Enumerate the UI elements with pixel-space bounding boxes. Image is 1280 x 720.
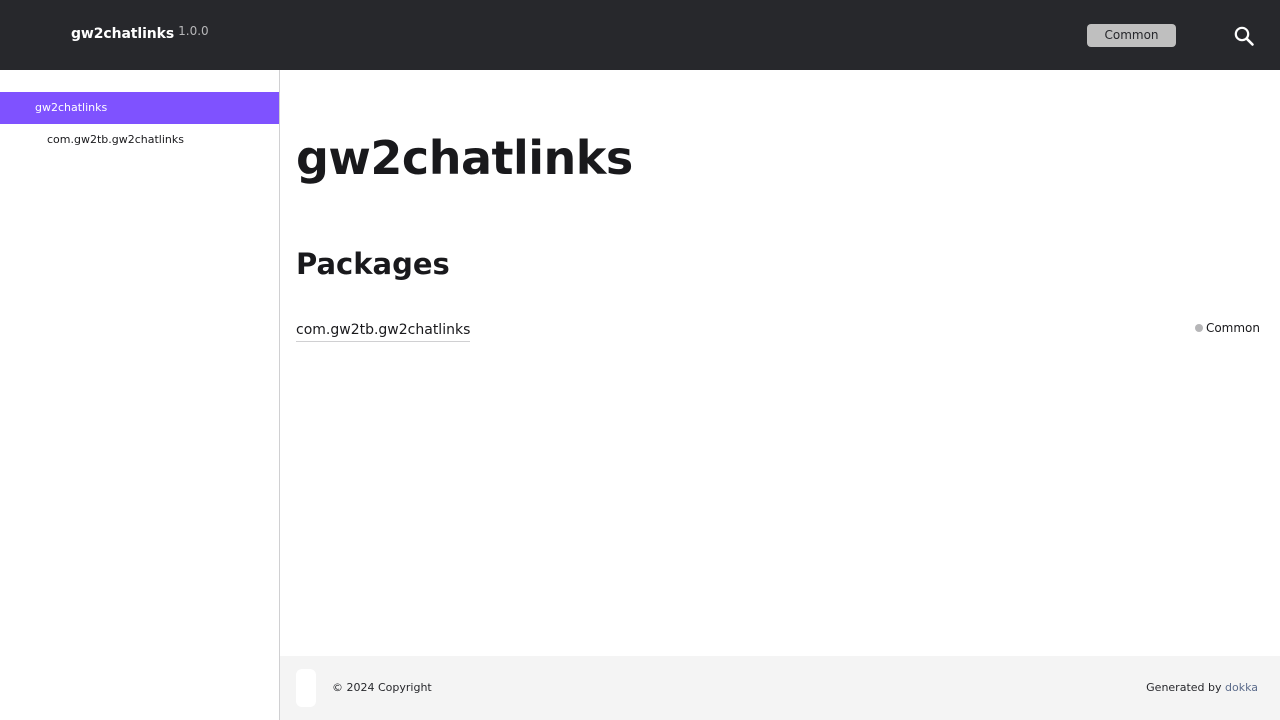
project-version: 1.0.0 — [178, 24, 209, 38]
page-title: gw2chatlinks — [296, 131, 633, 185]
copyright-text: © 2024 Copyright — [332, 681, 432, 694]
top-navigation-bar: gw2chatlinks 1.0.0 Common — [0, 0, 1280, 70]
platform-tag-label: Common — [1205, 321, 1260, 335]
generated-by: Generated by dokka — [1146, 679, 1258, 697]
sidebar-item-com-gw2tb-gw2chatlinks[interactable]: com.gw2tb.gw2chatlinks — [0, 124, 279, 156]
brand[interactable]: gw2chatlinks 1.0.0 — [71, 24, 209, 44]
platform-tag: Common — [1194, 319, 1260, 337]
sidebar-item-gw2chatlinks[interactable]: gw2chatlinks — [0, 92, 279, 124]
platform-filter-common-button[interactable]: Common — [1087, 24, 1176, 47]
go-to-top-button[interactable] — [296, 669, 316, 707]
package-row: com.gw2tb.gw2chatlinks Common — [296, 318, 1260, 348]
main-content: gw2chatlinks Packages com.gw2tb.gw2chatl… — [280, 70, 1280, 656]
dokka-link[interactable]: dokka — [1225, 681, 1258, 694]
packages-heading: Packages — [296, 247, 450, 281]
project-name[interactable]: gw2chatlinks — [71, 24, 174, 44]
footer: © 2024 Copyright Generated by dokka — [280, 656, 1280, 720]
sidebar: gw2chatlinks com.gw2tb.gw2chatlinks — [0, 70, 280, 720]
platform-dot-icon — [1194, 324, 1203, 332]
generated-by-label: Generated by — [1146, 681, 1225, 694]
search-icon[interactable] — [1232, 24, 1256, 48]
package-link[interactable]: com.gw2tb.gw2chatlinks — [296, 320, 471, 342]
